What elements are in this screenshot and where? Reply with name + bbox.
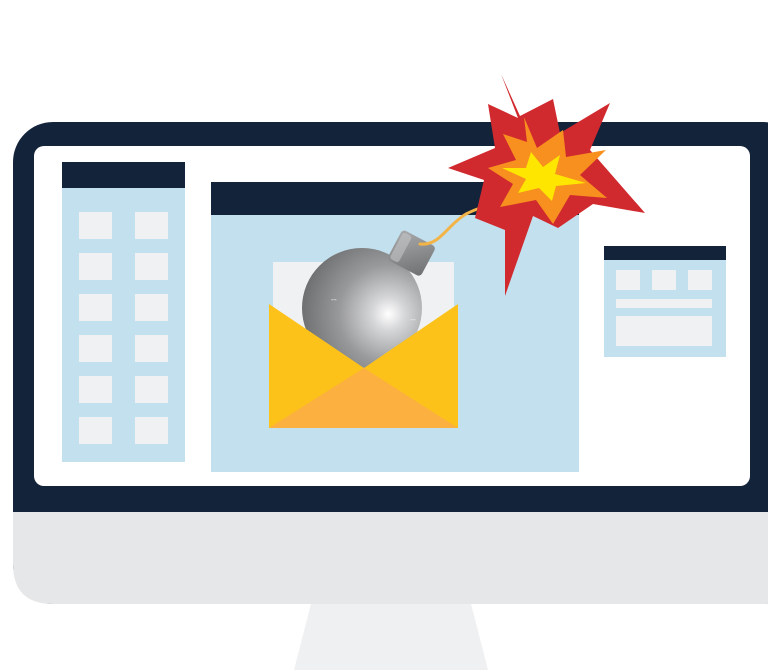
monitor-stand xyxy=(294,600,488,670)
left-panel-tile xyxy=(135,376,168,403)
left-panel-tile xyxy=(135,417,168,444)
left-panel-tile xyxy=(135,212,168,239)
left-panel-titlebar xyxy=(62,162,185,188)
svg-text:--: -- xyxy=(410,315,416,324)
left-panel-window xyxy=(62,162,185,462)
right-panel-tile xyxy=(616,270,640,290)
monitor-chin xyxy=(13,512,768,604)
right-panel-window xyxy=(604,246,726,357)
illustration: -- -- xyxy=(0,0,768,670)
right-panel-titlebar xyxy=(604,246,726,260)
left-panel-tile xyxy=(135,335,168,362)
left-panel-tile xyxy=(79,212,112,239)
right-panel-tile xyxy=(688,270,712,290)
svg-text:--: -- xyxy=(331,295,337,304)
left-panel-tile xyxy=(135,294,168,321)
right-panel-bar xyxy=(616,299,712,308)
left-panel-tile xyxy=(79,253,112,280)
right-panel-block xyxy=(616,316,712,346)
right-panel-tile xyxy=(652,270,676,290)
left-panel-tile xyxy=(135,253,168,280)
left-panel-tile xyxy=(79,417,112,444)
left-panel-tile xyxy=(79,294,112,321)
left-panel-tile xyxy=(79,335,112,362)
left-panel-tile xyxy=(79,376,112,403)
